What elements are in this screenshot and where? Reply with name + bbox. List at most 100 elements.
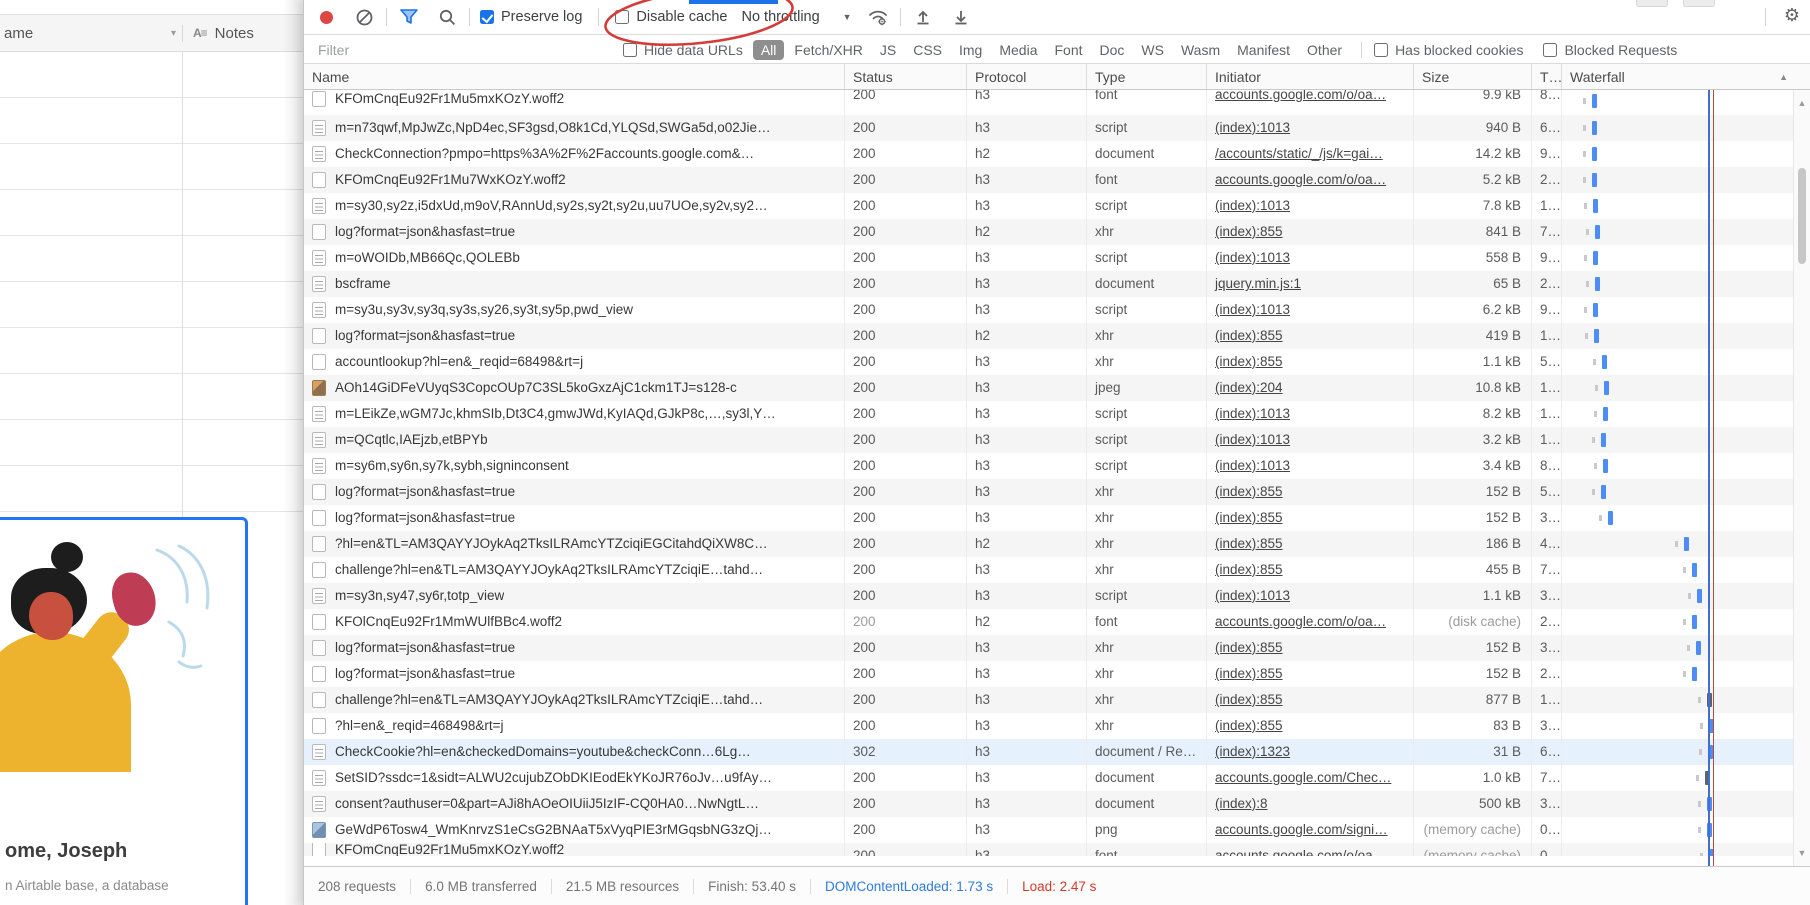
initiator-link[interactable]: (index):1013 xyxy=(1215,198,1290,213)
waterfall-bar[interactable] xyxy=(1592,94,1597,108)
throttling-dropdown[interactable]: No throttling ▼ xyxy=(741,9,851,25)
initiator-link[interactable]: (index):855 xyxy=(1215,718,1283,733)
waterfall-bar[interactable] xyxy=(1603,459,1608,473)
network-request-row[interactable]: log?format=json&hasfast=true 200 h2 xhr (ind… xyxy=(304,323,1794,349)
column-header-waterfall[interactable]: Waterfall xyxy=(1561,64,1810,89)
waterfall-bar[interactable] xyxy=(1592,121,1597,135)
waterfall-bar[interactable] xyxy=(1684,537,1689,551)
waterfall-bar[interactable] xyxy=(1593,251,1598,265)
filter-pill-other[interactable]: Other xyxy=(1307,42,1342,58)
waterfall-bar[interactable] xyxy=(1692,563,1697,577)
waterfall-bar[interactable] xyxy=(1601,485,1606,499)
scroll-down-icon[interactable]: ▼ xyxy=(1794,848,1810,858)
initiator-link[interactable]: (index):1323 xyxy=(1215,744,1290,759)
network-request-row[interactable]: m=sy3n,sy47,sy6r,totp_view 200 h3 script (in… xyxy=(304,583,1794,609)
clear-network-log-button[interactable] xyxy=(352,5,376,29)
column-header-time[interactable]: T… xyxy=(1531,64,1561,89)
hide-data-urls-checkbox[interactable]: Hide data URLs xyxy=(623,42,743,58)
waterfall-bar[interactable] xyxy=(1696,641,1701,655)
network-request-row[interactable]: log?format=json&hasfast=true 200 h2 xhr (ind… xyxy=(304,219,1794,245)
initiator-link[interactable]: (index):855 xyxy=(1215,536,1283,551)
network-request-row[interactable]: CheckCookie?hl=en&checkedDomains=youtube… xyxy=(304,739,1794,765)
initiator-link[interactable]: (index):204 xyxy=(1215,380,1283,395)
scrollbar-thumb[interactable] xyxy=(1798,168,1806,264)
waterfall-bar[interactable] xyxy=(1602,355,1607,369)
network-request-row[interactable]: m=oWOIDb,MB66Qc,QOLEBb 200 h3 script (index)… xyxy=(304,245,1794,271)
grid-column-name-header[interactable]: ame ▾ xyxy=(0,25,182,42)
initiator-link[interactable]: (index):1013 xyxy=(1215,588,1290,603)
network-request-row[interactable]: m=n73qwf,MpJwZc,NpD4ec,SF3gsd,O8k1Cd,YLQ… xyxy=(304,115,1794,141)
filter-pill-manifest[interactable]: Manifest xyxy=(1237,42,1290,58)
waterfall-bar[interactable] xyxy=(1697,589,1702,603)
network-request-row[interactable]: m=sy30,sy2z,i5dxUd,m9oV,RAnnUd,sy2s,sy2t… xyxy=(304,193,1794,219)
initiator-link[interactable]: (index):855 xyxy=(1215,484,1283,499)
initiator-link[interactable]: (index):8 xyxy=(1215,796,1268,811)
network-request-row[interactable]: log?format=json&hasfast=true 200 h3 xhr (ind… xyxy=(304,505,1794,531)
waterfall-bar[interactable] xyxy=(1593,199,1598,213)
network-request-row[interactable]: m=sy3u,sy3v,sy3q,sy3s,sy26,sy3t,sy5p,pwd… xyxy=(304,297,1794,323)
initiator-link[interactable]: (index):855 xyxy=(1215,692,1283,707)
initiator-link[interactable]: (index):855 xyxy=(1215,666,1283,681)
network-conditions-button[interactable] xyxy=(866,5,890,29)
column-header-name[interactable]: Name xyxy=(304,64,844,89)
settings-gear-icon[interactable]: ⚙ xyxy=(1784,5,1800,26)
record-network-log-button[interactable] xyxy=(314,5,338,29)
filter-pill-font[interactable]: Font xyxy=(1054,42,1082,58)
network-request-row[interactable]: GeWdP6Tosw4_WmKnrvzS1eCsG2BNAaT5xVyqPIE3… xyxy=(304,817,1794,843)
initiator-link[interactable]: accounts.google.com/o/oa… xyxy=(1215,90,1386,102)
network-request-row[interactable]: KFOmCnqEu92Fr1Mu5mxKOzY.woff2 200 h3 font ac… xyxy=(304,843,1794,856)
column-header-protocol[interactable]: Protocol xyxy=(966,64,1086,89)
network-request-row[interactable]: log?format=json&hasfast=true 200 h3 xhr (ind… xyxy=(304,635,1794,661)
network-request-row[interactable]: ?hl=en&TL=AM3QAYYJOykAq2TksILRAmcYTZciqi… xyxy=(304,531,1794,557)
waterfall-bar[interactable] xyxy=(1603,407,1608,421)
initiator-link[interactable]: accounts.google.com/o/oa… xyxy=(1215,848,1386,856)
network-request-row[interactable]: bscframe 200 h3 document jquery.min.js:1 65 B… xyxy=(304,271,1794,297)
network-request-row[interactable]: KFOmCnqEu92Fr1Mu5mxKOzY.woff2 200 h3 font ac… xyxy=(304,90,1794,115)
filter-pill-all[interactable]: All xyxy=(752,39,785,60)
network-request-row[interactable]: consent?authuser=0&part=AJi8hAOeOIUiiJ5I… xyxy=(304,791,1794,817)
export-har-button[interactable] xyxy=(949,5,973,29)
chevron-down-icon[interactable]: ▾ xyxy=(171,28,176,39)
initiator-link[interactable]: (index):855 xyxy=(1215,224,1283,239)
initiator-link[interactable]: (index):855 xyxy=(1215,562,1283,577)
blocked-requests-checkbox[interactable]: Blocked Requests xyxy=(1543,42,1677,58)
table-scrollbar[interactable]: ▲ ▼ xyxy=(1793,90,1810,866)
import-har-button[interactable] xyxy=(911,5,935,29)
network-request-row[interactable]: m=QCqtlc,IAEjzb,etBPYb 200 h3 script (index)… xyxy=(304,427,1794,453)
sort-ascending-icon[interactable]: ▲ xyxy=(1779,72,1788,82)
initiator-link[interactable]: (index):1013 xyxy=(1215,250,1290,265)
waterfall-bar[interactable] xyxy=(1601,433,1606,447)
filter-pill-doc[interactable]: Doc xyxy=(1100,42,1125,58)
filter-pill-media[interactable]: Media xyxy=(999,42,1037,58)
waterfall-bar[interactable] xyxy=(1595,277,1600,291)
grid-rows[interactable] xyxy=(0,52,303,517)
initiator-link[interactable]: (index):855 xyxy=(1215,640,1283,655)
initiator-link[interactable]: (index):1013 xyxy=(1215,120,1290,135)
network-request-row[interactable]: ?hl=en&_reqid=468498&rt=j 200 h3 xhr (index)… xyxy=(304,713,1794,739)
initiator-link[interactable]: (index):855 xyxy=(1215,510,1283,525)
column-header-initiator[interactable]: Initiator xyxy=(1206,64,1413,89)
network-request-row[interactable]: log?format=json&hasfast=true 200 h3 xhr (ind… xyxy=(304,479,1794,505)
initiator-link[interactable]: (index):855 xyxy=(1215,354,1283,369)
has-blocked-cookies-checkbox[interactable]: Has blocked cookies xyxy=(1374,42,1523,58)
network-request-row[interactable]: accountlookup?hl=en&_reqid=68498&rt=j 200… xyxy=(304,349,1794,375)
waterfall-bar[interactable] xyxy=(1608,511,1613,525)
scroll-up-icon[interactable]: ▲ xyxy=(1794,98,1810,108)
waterfall-bar[interactable] xyxy=(1592,147,1597,161)
initiator-link[interactable]: accounts.google.com/o/oa… xyxy=(1215,172,1386,187)
initiator-link[interactable]: (index):1013 xyxy=(1215,406,1290,421)
waterfall-bar[interactable] xyxy=(1592,173,1597,187)
initiator-link[interactable]: accounts.google.com/signi… xyxy=(1215,822,1388,837)
filter-pill-ws[interactable]: WS xyxy=(1141,42,1164,58)
waterfall-bar[interactable] xyxy=(1595,225,1600,239)
network-request-row[interactable]: m=sy6m,sy6n,sy7k,sybh,signinconsent 200 h3… xyxy=(304,453,1794,479)
network-request-row[interactable]: CheckConnection?pmpo=https%3A%2F%2Faccou… xyxy=(304,141,1794,167)
network-request-row[interactable]: KFOlCnqEu92Fr1MmWUlfBBc4.woff2 200 h2 font a… xyxy=(304,609,1794,635)
filter-pill-wasm[interactable]: Wasm xyxy=(1181,42,1220,58)
preserve-log-checkbox[interactable]: Preserve log xyxy=(480,9,582,25)
initiator-link[interactable]: accounts.google.com/Chec… xyxy=(1215,770,1391,785)
filter-pill-css[interactable]: CSS xyxy=(913,42,942,58)
waterfall-bar[interactable] xyxy=(1594,329,1599,343)
network-request-row[interactable]: m=LEikZe,wGM7Jc,khmSIb,Dt3C4,gmwJWd,KyIA… xyxy=(304,401,1794,427)
initiator-link[interactable]: /accounts/static/_/js/k=gai… xyxy=(1215,146,1383,161)
